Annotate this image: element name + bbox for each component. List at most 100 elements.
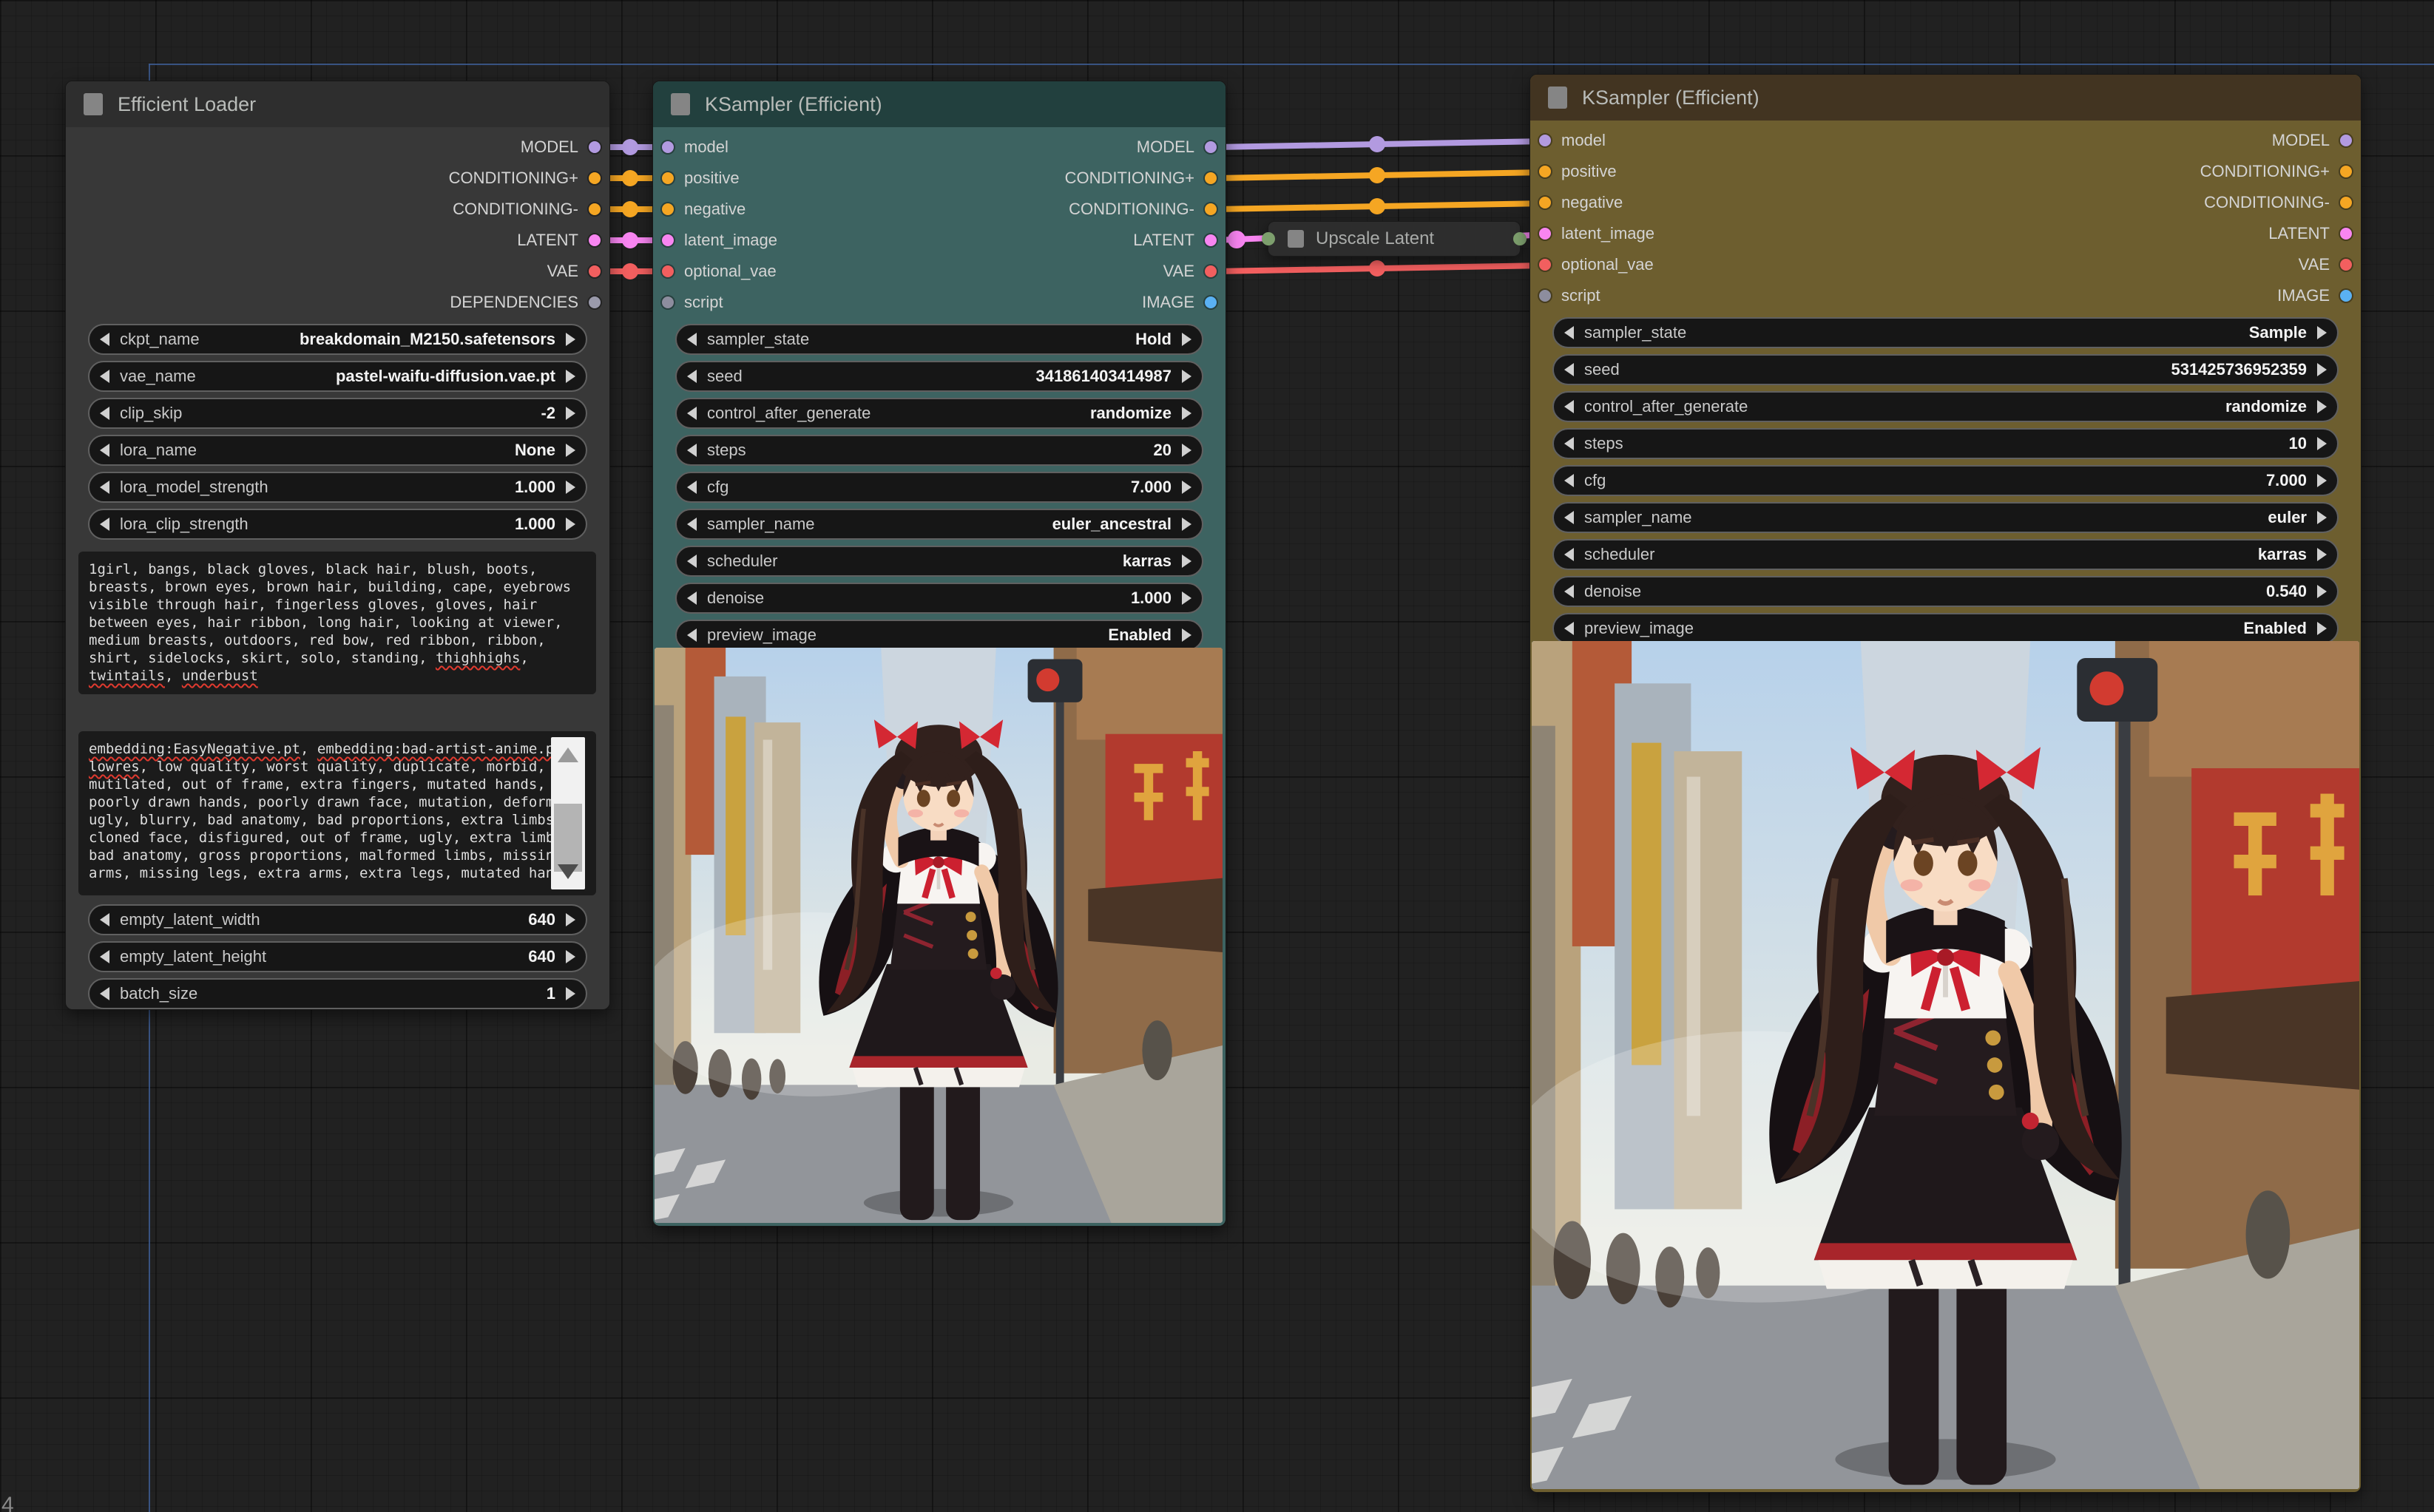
- widget-steps[interactable]: steps10: [1552, 428, 2339, 459]
- decrement-arrow-icon[interactable]: [100, 481, 109, 494]
- increment-arrow-icon[interactable]: [1182, 555, 1191, 568]
- widget-sampler-state[interactable]: sampler_stateSample: [1552, 317, 2339, 348]
- output-port-conditioning-minus[interactable]: CONDITIONING-: [453, 200, 601, 219]
- increment-arrow-icon[interactable]: [1182, 481, 1191, 494]
- input-port-optional-vae[interactable]: optional_vae: [1539, 255, 1654, 274]
- conditioning-port-icon[interactable]: [1539, 197, 1551, 209]
- decrement-arrow-icon[interactable]: [1564, 326, 1574, 339]
- increment-arrow-icon[interactable]: [2317, 326, 2327, 339]
- widget-vae-name[interactable]: vae_namepastel-waifu-diffusion.vae.pt: [88, 361, 587, 392]
- output-port-model[interactable]: MODEL: [1137, 138, 1217, 157]
- increment-arrow-icon[interactable]: [2317, 585, 2327, 598]
- collapse-box-icon[interactable]: [1288, 230, 1304, 248]
- widget-ckpt-name[interactable]: ckpt_namebreakdomain_M2150.safetensors: [88, 324, 587, 355]
- increment-arrow-icon[interactable]: [1182, 333, 1191, 346]
- negative-prompt-textarea[interactable]: embedding:EasyNegative.pt, embedding:bad…: [78, 731, 596, 895]
- output-port-dependencies[interactable]: DEPENDENCIES: [450, 293, 601, 312]
- output-port-conditioning-plus[interactable]: CONDITIONING+: [449, 169, 601, 188]
- widget-seed[interactable]: seed531425736952359: [1552, 354, 2339, 385]
- model-port-icon[interactable]: [1205, 141, 1217, 153]
- input-port-optional-vae[interactable]: optional_vae: [662, 262, 777, 281]
- model-port-icon[interactable]: [662, 141, 674, 153]
- decrement-arrow-icon[interactable]: [1564, 585, 1574, 598]
- node-title-bar[interactable]: KSampler (Efficient): [1530, 75, 2361, 121]
- node-graph-canvas[interactable]: Efficient Loader MODEL CONDITIONING+ CON…: [0, 0, 2434, 1512]
- image-port-icon[interactable]: [2340, 290, 2352, 302]
- increment-arrow-icon[interactable]: [566, 518, 575, 531]
- widget-sampler-name[interactable]: sampler_nameeuler_ancestral: [675, 509, 1203, 540]
- widget-preview-image[interactable]: preview_imageEnabled: [1552, 613, 2339, 644]
- input-port-script[interactable]: script: [1539, 286, 1600, 305]
- vae-port-icon[interactable]: [662, 265, 674, 277]
- widget-denoise[interactable]: denoise0.540: [1552, 576, 2339, 607]
- decrement-arrow-icon[interactable]: [687, 555, 697, 568]
- widget-sampler-state[interactable]: sampler_stateHold: [675, 324, 1203, 355]
- input-port-latent-image[interactable]: latent_image: [1539, 224, 1654, 243]
- decrement-arrow-icon[interactable]: [687, 628, 697, 642]
- widget-scheduler[interactable]: schedulerkarras: [675, 546, 1203, 577]
- output-port-vae[interactable]: VAE: [2299, 255, 2352, 274]
- widget-scheduler[interactable]: schedulerkarras: [1552, 539, 2339, 570]
- widget-cfg[interactable]: cfg7.000: [675, 472, 1203, 503]
- output-port-latent[interactable]: LATENT: [517, 231, 601, 250]
- output-port-image[interactable]: IMAGE: [2277, 286, 2352, 305]
- decrement-arrow-icon[interactable]: [687, 518, 697, 531]
- decrement-arrow-icon[interactable]: [687, 370, 697, 383]
- widget-clip-skip[interactable]: clip_skip-2: [88, 398, 587, 429]
- latent-port-icon[interactable]: [1539, 228, 1551, 240]
- increment-arrow-icon[interactable]: [2317, 511, 2327, 524]
- increment-arrow-icon[interactable]: [1182, 591, 1191, 605]
- conditioning-plus-port-icon[interactable]: [589, 172, 601, 184]
- latent-port-icon[interactable]: [2340, 228, 2352, 240]
- increment-arrow-icon[interactable]: [566, 370, 575, 383]
- decrement-arrow-icon[interactable]: [100, 950, 109, 963]
- output-port-model[interactable]: MODEL: [2272, 131, 2352, 150]
- decrement-arrow-icon[interactable]: [1564, 437, 1574, 450]
- positive-prompt-textarea[interactable]: 1girl, bangs, black gloves, black hair, …: [78, 552, 596, 694]
- increment-arrow-icon[interactable]: [566, 913, 575, 926]
- collapse-box-icon[interactable]: [84, 93, 103, 115]
- widget-seed[interactable]: seed341861403414987: [675, 361, 1203, 392]
- increment-arrow-icon[interactable]: [1182, 407, 1191, 420]
- increment-arrow-icon[interactable]: [2317, 363, 2327, 376]
- latent-port-icon[interactable]: [1205, 234, 1217, 246]
- output-port-conditioning-plus[interactable]: CONDITIONING+: [1065, 169, 1217, 188]
- output-port-image[interactable]: IMAGE: [1142, 293, 1217, 312]
- output-port-latent[interactable]: LATENT: [1133, 231, 1217, 250]
- input-port-model[interactable]: model: [662, 138, 728, 157]
- image-port-icon[interactable]: [1205, 296, 1217, 308]
- script-port-icon[interactable]: [662, 296, 674, 308]
- vae-port-icon[interactable]: [1205, 265, 1217, 277]
- widget-lora-name[interactable]: lora_nameNone: [88, 435, 587, 466]
- increment-arrow-icon[interactable]: [566, 950, 575, 963]
- decrement-arrow-icon[interactable]: [687, 407, 697, 420]
- input-port-negative[interactable]: negative: [662, 200, 746, 219]
- decrement-arrow-icon[interactable]: [100, 913, 109, 926]
- increment-arrow-icon[interactable]: [1182, 628, 1191, 642]
- increment-arrow-icon[interactable]: [2317, 548, 2327, 561]
- input-port-positive[interactable]: positive: [1539, 162, 1617, 181]
- input-port-script[interactable]: script: [662, 293, 723, 312]
- conditioning-port-icon[interactable]: [1205, 172, 1217, 184]
- increment-arrow-icon[interactable]: [1182, 444, 1191, 457]
- node-ksampler-efficient-2[interactable]: KSampler (Efficient) modelMODEL positive…: [1529, 74, 2362, 1493]
- model-port-icon[interactable]: [1539, 135, 1551, 146]
- widget-control-after-generate[interactable]: control_after_generaterandomize: [675, 398, 1203, 429]
- increment-arrow-icon[interactable]: [1182, 370, 1191, 383]
- decrement-arrow-icon[interactable]: [100, 333, 109, 346]
- decrement-arrow-icon[interactable]: [687, 333, 697, 346]
- decrement-arrow-icon[interactable]: [1564, 400, 1574, 413]
- decrement-arrow-icon[interactable]: [100, 518, 109, 531]
- latent-port-icon[interactable]: [662, 234, 674, 246]
- conditioning-minus-port-icon[interactable]: [589, 203, 601, 215]
- scroll-up-icon[interactable]: [558, 747, 578, 762]
- increment-arrow-icon[interactable]: [2317, 437, 2327, 450]
- scrollbar-thumb[interactable]: [554, 804, 582, 872]
- increment-arrow-icon[interactable]: [2317, 622, 2327, 635]
- input-port-latent-image[interactable]: latent_image: [662, 231, 777, 250]
- conditioning-port-icon[interactable]: [1539, 166, 1551, 177]
- input-port-negative[interactable]: negative: [1539, 193, 1623, 212]
- decrement-arrow-icon[interactable]: [1564, 363, 1574, 376]
- increment-arrow-icon[interactable]: [1182, 518, 1191, 531]
- decrement-arrow-icon[interactable]: [100, 444, 109, 457]
